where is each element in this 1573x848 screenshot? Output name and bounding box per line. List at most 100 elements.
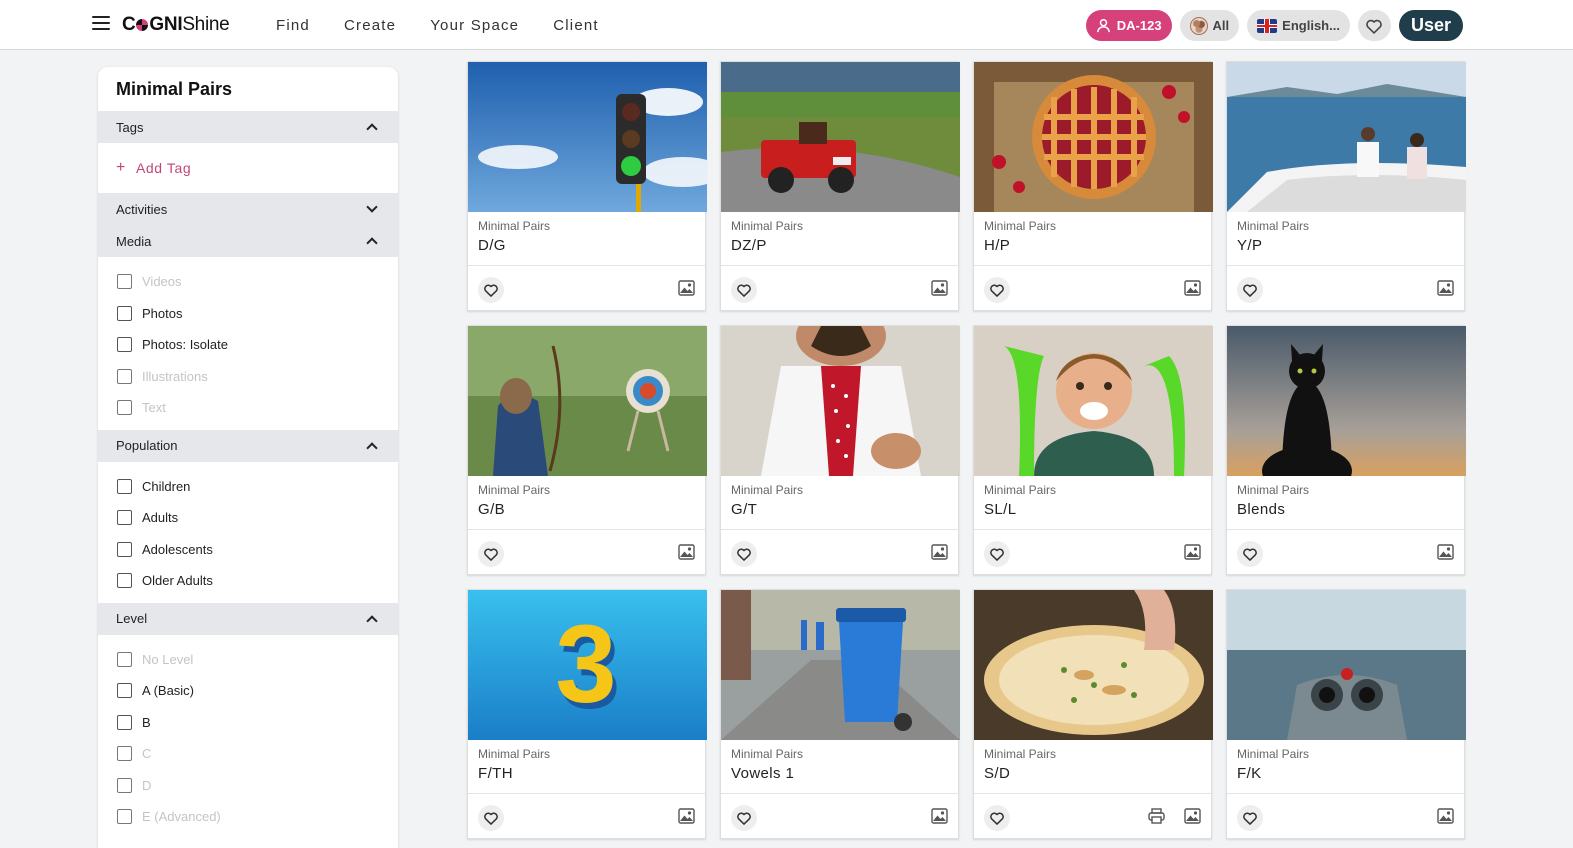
activity-card[interactable]: Minimal Pairs Vowels 1 [720, 589, 960, 839]
media-option-videos[interactable]: Videos [98, 266, 398, 298]
favorite-button[interactable] [984, 277, 1010, 303]
media-option-photos-isolate[interactable]: Photos: Isolate [98, 329, 398, 361]
checkbox[interactable] [117, 368, 132, 384]
favorite-button[interactable] [731, 277, 757, 303]
media-option-illustrations[interactable]: Illustrations [98, 361, 398, 393]
level-option-a[interactable]: A (Basic) [98, 675, 398, 707]
image-icon[interactable] [1437, 544, 1454, 560]
account-badge-button[interactable]: DA-123 [1085, 10, 1172, 41]
checkbox[interactable] [117, 573, 132, 589]
trash-bin-image[interactable] [721, 590, 960, 740]
checkbox[interactable] [117, 714, 132, 730]
favorite-button[interactable] [731, 805, 757, 831]
image-icon[interactable] [678, 280, 695, 296]
checkbox[interactable] [117, 274, 132, 290]
black-cat-image[interactable] [1227, 326, 1466, 476]
boy-slime-image[interactable] [974, 326, 1213, 476]
level-option-b[interactable]: B [98, 707, 398, 739]
activity-card[interactable]: Minimal Pairs SL/L [973, 325, 1213, 575]
image-icon[interactable] [931, 544, 948, 560]
checkbox[interactable] [117, 746, 132, 762]
image-icon[interactable] [931, 808, 948, 824]
checkbox[interactable] [117, 305, 132, 321]
cherry-pie-image[interactable] [974, 62, 1213, 212]
flatbread-image[interactable] [974, 590, 1213, 740]
checkbox[interactable] [117, 400, 132, 416]
binoculars-image[interactable] [1227, 590, 1466, 740]
section-tags-toggle[interactable]: Tags [98, 111, 398, 143]
checkbox[interactable] [117, 510, 132, 526]
nav-client[interactable]: Client [553, 17, 599, 34]
checkbox[interactable] [117, 651, 132, 667]
red-jeep-image[interactable] [721, 62, 960, 212]
favorite-button[interactable] [478, 805, 504, 831]
checkbox[interactable] [117, 478, 132, 494]
favorite-button[interactable] [1237, 541, 1263, 567]
favorite-button[interactable] [731, 541, 757, 567]
chevron-up-icon [366, 123, 378, 135]
favorite-button[interactable] [984, 805, 1010, 831]
favorite-button[interactable] [984, 541, 1010, 567]
checkbox[interactable] [117, 683, 132, 699]
population-option-adolescents[interactable]: Adolescents [98, 534, 398, 566]
activity-card[interactable]: Minimal Pairs G/T [720, 325, 960, 575]
activity-card[interactable]: Minimal Pairs S/D [973, 589, 1213, 839]
menu-icon[interactable] [92, 16, 110, 30]
favorites-button[interactable] [1357, 10, 1391, 41]
activity-card[interactable]: Minimal Pairs H/P [973, 61, 1213, 311]
checkbox[interactable] [117, 541, 132, 557]
heart-icon [736, 547, 752, 561]
population-option-adults[interactable]: Adults [98, 502, 398, 534]
yacht-image[interactable] [1227, 62, 1466, 212]
checkbox[interactable] [117, 809, 132, 825]
nav-your-space[interactable]: Your Space [430, 17, 519, 34]
activity-card[interactable]: Minimal Pairs Y/P [1226, 61, 1466, 311]
population-all-button[interactable]: All [1179, 10, 1240, 41]
card-footer [1227, 530, 1464, 575]
section-activities-toggle[interactable]: Activities [98, 193, 398, 225]
population-option-children[interactable]: Children [98, 471, 398, 503]
level-option-d[interactable]: D [98, 770, 398, 802]
checkbox[interactable] [117, 337, 132, 353]
print-icon[interactable] [1148, 808, 1165, 824]
app-logo[interactable]: C GNIShine [122, 14, 230, 36]
activity-card[interactable]: Minimal Pairs D/G [467, 61, 707, 311]
user-button[interactable]: User [1398, 10, 1463, 41]
level-option-e[interactable]: E (Advanced) [98, 801, 398, 833]
section-media-toggle[interactable]: Media [98, 225, 398, 257]
image-icon[interactable] [678, 808, 695, 824]
image-icon[interactable] [931, 280, 948, 296]
nav-create[interactable]: Create [344, 17, 396, 34]
image-icon[interactable] [1437, 280, 1454, 296]
level-option-no-level[interactable]: No Level [98, 644, 398, 676]
favorite-button[interactable] [1237, 277, 1263, 303]
activity-card[interactable]: Minimal Pairs G/B [467, 325, 707, 575]
activity-card[interactable]: Minimal Pairs F/K [1226, 589, 1466, 839]
archery-image[interactable] [468, 326, 707, 476]
population-option-older-adults[interactable]: Older Adults [98, 565, 398, 597]
traffic-light-image[interactable] [468, 62, 707, 212]
nav-find[interactable]: Find [276, 17, 310, 34]
section-level-toggle[interactable]: Level [98, 602, 398, 635]
checkbox[interactable] [117, 777, 132, 793]
media-option-photos[interactable]: Photos [98, 298, 398, 330]
heart-icon [736, 811, 752, 825]
image-icon[interactable] [1184, 280, 1201, 296]
image-icon[interactable] [1437, 808, 1454, 824]
section-population-toggle[interactable]: Population [98, 429, 398, 462]
image-icon[interactable] [1184, 808, 1201, 824]
man-tie-image[interactable] [721, 326, 960, 476]
image-icon[interactable] [678, 544, 695, 560]
favorite-button[interactable] [1237, 805, 1263, 831]
activity-card[interactable]: Minimal Pairs DZ/P [720, 61, 960, 311]
number-three-image[interactable]: 33 [468, 590, 707, 740]
add-tag-button[interactable]: + Add Tag [98, 143, 398, 193]
activity-card[interactable]: 3 3 Minimal Pairs F/TH [467, 589, 707, 839]
activity-card[interactable]: Minimal Pairs Blends [1226, 325, 1466, 575]
favorite-button[interactable] [478, 277, 504, 303]
language-selector[interactable]: English... [1247, 10, 1350, 41]
level-option-c[interactable]: C [98, 738, 398, 770]
image-icon[interactable] [1184, 544, 1201, 560]
favorite-button[interactable] [478, 541, 504, 567]
media-option-text[interactable]: Text [98, 392, 398, 424]
